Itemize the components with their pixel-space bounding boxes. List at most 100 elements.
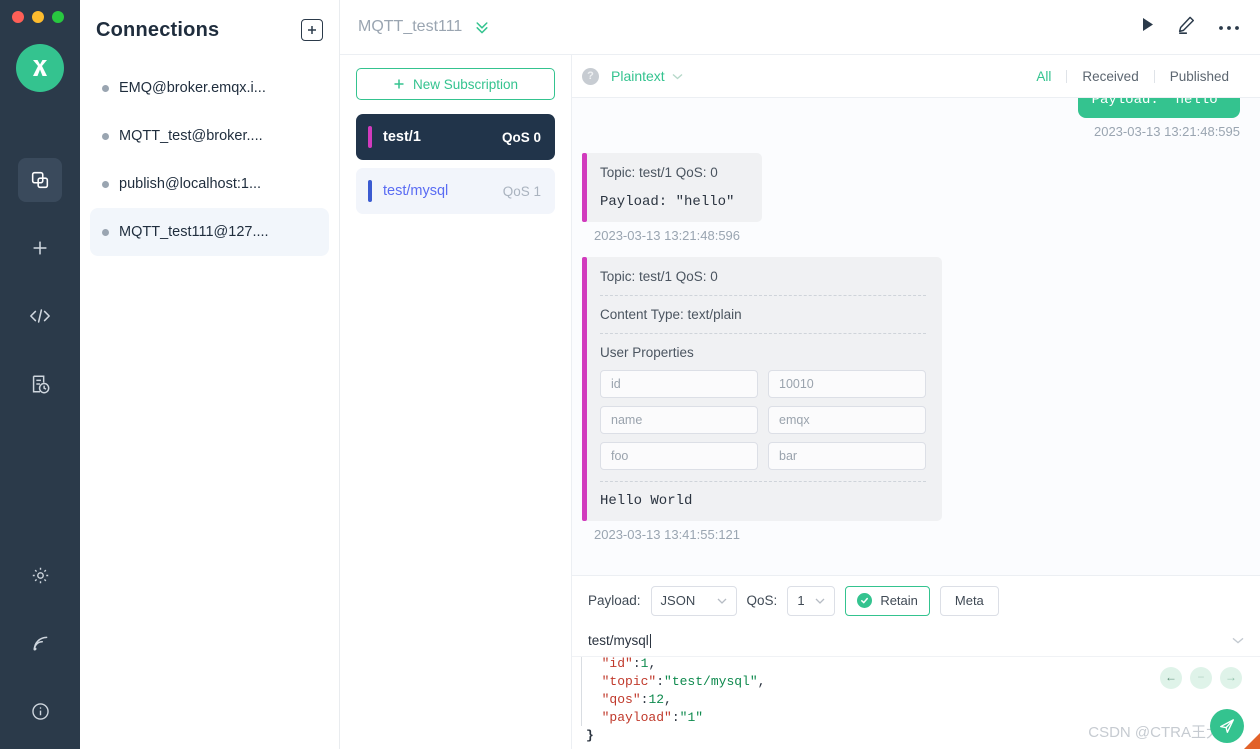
message-bubble-outgoing: Payload: "hello" xyxy=(1077,98,1240,118)
property-key-field[interactable]: foo xyxy=(600,442,758,470)
user-property-row: foo bar xyxy=(600,442,926,470)
publish-send-button[interactable] xyxy=(1210,709,1244,743)
code-token: "topic" xyxy=(601,673,657,689)
divider xyxy=(600,295,926,296)
code-indent-guide xyxy=(581,708,582,726)
close-window-button[interactable] xyxy=(12,11,24,23)
main-area: MQTT_test111 New Subscription test/1 QoS… xyxy=(340,0,1260,749)
messages-pane: ? Plaintext All Received Published Paylo… xyxy=(572,55,1260,749)
qos-select[interactable]: 1 xyxy=(787,585,836,616)
retain-toggle[interactable]: Retain xyxy=(845,585,930,616)
divider xyxy=(600,333,926,334)
connection-title: MQTT_test111 xyxy=(358,18,463,35)
publish-topic-value: test/mysql xyxy=(588,633,649,648)
list-item-selected[interactable]: MQTT_test111@127.... xyxy=(90,208,329,256)
collapse-dash-button[interactable]: − xyxy=(1190,667,1212,689)
connect-play-button[interactable] xyxy=(1141,17,1154,37)
code-token: : xyxy=(656,673,665,689)
message-timestamp: 2023-03-13 13:21:48:595 xyxy=(1093,124,1240,139)
payload-format-select[interactable]: Plaintext xyxy=(611,68,683,84)
subscription-item[interactable]: test/1 QoS 0 xyxy=(356,114,555,160)
connection-label: MQTT_test@broker.... xyxy=(119,128,263,144)
prev-arrow-button[interactable]: ← xyxy=(1160,667,1182,689)
tab-published[interactable]: Published xyxy=(1155,69,1244,84)
code-token: , xyxy=(648,657,657,671)
question-circle-icon[interactable]: ? xyxy=(582,67,599,85)
publish-bar: Payload: JSON QoS: 1 Retain Meta test/my… xyxy=(572,575,1260,749)
property-key-field[interactable]: name xyxy=(600,406,758,434)
tab-all[interactable]: All xyxy=(1021,69,1066,84)
add-connection-button[interactable] xyxy=(301,19,323,41)
tab-received[interactable]: Received xyxy=(1067,69,1153,84)
list-item[interactable]: MQTT_test@broker.... xyxy=(90,112,329,160)
code-token: , xyxy=(664,691,672,707)
double-chevron-down-icon xyxy=(476,22,488,34)
connection-list: EMQ@broker.emqx.i... MQTT_test@broker...… xyxy=(80,60,339,256)
payload-type-select[interactable]: JSON xyxy=(650,585,737,616)
sidebar-item-connections[interactable] xyxy=(18,158,62,202)
message-bubble-incoming: Topic: test/1 QoS: 0 Payload: "hello" xyxy=(582,153,762,222)
connection-label: MQTT_test111@127.... xyxy=(119,224,269,240)
publish-options-row: Payload: JSON QoS: 1 Retain Meta xyxy=(572,576,1260,625)
connections-header: Connections xyxy=(80,0,339,60)
property-value-field[interactable]: bar xyxy=(768,442,926,470)
message-bubble-incoming-detailed: Topic: test/1 QoS: 0 Content Type: text/… xyxy=(582,257,942,521)
corner-decoration xyxy=(1244,733,1260,749)
connections-panel: Connections EMQ@broker.emqx.i... MQTT_te… xyxy=(80,0,340,749)
sidebar-item-about[interactable] xyxy=(18,689,62,733)
sidebar-item-log-history[interactable] xyxy=(18,362,62,406)
code-token: 1 xyxy=(640,657,649,671)
message-timestamp: 2023-03-13 13:41:55:121 xyxy=(594,527,741,542)
status-dot-icon xyxy=(102,228,109,236)
user-property-row: name emqx xyxy=(600,406,926,434)
messages-scroll-area[interactable]: Payload: "hello" 2023-03-13 13:21:48:595… xyxy=(572,98,1260,575)
payload-json-editor[interactable]: ← − → "id":1, "topic": "test/mysql", "qos… xyxy=(572,657,1260,749)
body-row: New Subscription test/1 QoS 0 test/mysql… xyxy=(340,55,1260,749)
connection-label: publish@localhost:1... xyxy=(119,176,262,192)
text-cursor xyxy=(649,633,651,648)
minimize-window-button[interactable] xyxy=(32,11,44,23)
sidebar-item-settings[interactable] xyxy=(18,553,62,597)
expand-details-button[interactable] xyxy=(474,19,490,35)
maximize-window-button[interactable] xyxy=(52,11,64,23)
code-token: : xyxy=(632,657,641,671)
code-line: } xyxy=(572,726,1260,744)
document-clock-icon xyxy=(32,375,50,394)
code-indent-guide xyxy=(581,690,582,708)
list-item[interactable]: publish@localhost:1... xyxy=(90,160,329,208)
sidebar-item-scripts[interactable] xyxy=(18,294,62,338)
code-token: , xyxy=(757,673,766,689)
status-dot-icon xyxy=(102,84,109,92)
sidebar-item-new-connection[interactable] xyxy=(18,226,62,270)
divider xyxy=(600,481,926,482)
subscription-list: test/1 QoS 0 test/mysql QoS 1 xyxy=(340,100,571,214)
property-value-field[interactable]: 10010 xyxy=(768,370,926,398)
chevron-down-icon xyxy=(1232,637,1244,644)
property-key-field[interactable]: id xyxy=(600,370,758,398)
subscription-qos: QoS 1 xyxy=(502,183,541,199)
property-value-field[interactable]: emqx xyxy=(768,406,926,434)
list-item[interactable]: EMQ@broker.emqx.i... xyxy=(90,64,329,112)
new-subscription-button[interactable]: New Subscription xyxy=(356,68,555,100)
code-token: : xyxy=(671,709,680,725)
payload-label: Payload: xyxy=(588,593,641,608)
payload-format-value: Plaintext xyxy=(611,68,665,84)
publish-topic-input[interactable]: test/mysql xyxy=(572,625,1260,657)
code-line: "topic": "test/mysql", xyxy=(572,672,1260,690)
edit-button[interactable] xyxy=(1176,15,1196,40)
code-token: "qos" xyxy=(601,691,641,707)
code-token: "payload" xyxy=(601,709,672,725)
more-options-button[interactable] xyxy=(1218,18,1240,36)
subscription-topic: test/1 xyxy=(383,129,421,145)
next-arrow-button[interactable]: → xyxy=(1220,667,1242,689)
subscription-item[interactable]: test/mysql QoS 1 xyxy=(356,168,555,214)
code-line: "qos":12, xyxy=(572,690,1260,708)
code-token: } xyxy=(586,727,594,743)
subscription-topic: test/mysql xyxy=(383,183,449,199)
code-indent-guide xyxy=(581,657,582,672)
code-line: "id":1, xyxy=(572,657,1260,672)
rail-primary-icons xyxy=(18,158,62,430)
sidebar-item-broadcast[interactable] xyxy=(18,621,62,665)
meta-button[interactable]: Meta xyxy=(939,585,999,616)
topic-history-chevron-down-icon[interactable] xyxy=(1232,635,1244,647)
